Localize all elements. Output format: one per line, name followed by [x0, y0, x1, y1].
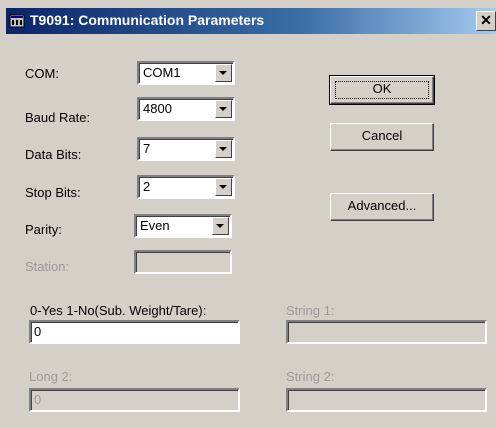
string2-field [286, 388, 487, 412]
sub-weight-label: 0-Yes 1-No(Sub. Weight/Tare): [30, 303, 207, 318]
focus-rectangle [335, 81, 429, 99]
data-bits-value: 7 [143, 141, 151, 156]
data-bits-select[interactable]: 7 [137, 137, 235, 161]
chevron-down-icon[interactable] [215, 140, 232, 158]
station-field [134, 250, 232, 274]
advanced-button-label: Advanced... [347, 198, 417, 213]
window-title: T9091: Communication Parameters [30, 12, 265, 28]
station-label: Station: [25, 259, 70, 274]
chevron-down-icon[interactable] [215, 178, 232, 196]
dialog-window: T9091: Communication Parameters ✕ COM: C… [0, 0, 496, 428]
baud-rate-value: 4800 [143, 101, 172, 116]
chevron-down-icon[interactable] [215, 64, 232, 82]
title-bar[interactable]: T9091: Communication Parameters ✕ [6, 8, 496, 34]
advanced-button[interactable]: Advanced... [330, 193, 434, 221]
stop-bits-label: Stop Bits: [25, 185, 81, 200]
chevron-down-icon[interactable] [215, 100, 232, 118]
baud-rate-select[interactable]: 4800 [137, 97, 235, 121]
parity-label: Parity: [25, 222, 62, 237]
sub-weight-input[interactable]: 0 [29, 320, 240, 344]
long2-label: Long 2: [29, 369, 73, 384]
cancel-button-label: Cancel [361, 128, 403, 143]
string2-label: String 2: [286, 369, 335, 384]
ok-button[interactable]: OK [329, 75, 435, 105]
string1-field [286, 320, 487, 344]
data-bits-label: Data Bits: [25, 147, 82, 162]
cancel-button[interactable]: Cancel [330, 123, 434, 151]
stop-bits-select[interactable]: 2 [137, 175, 235, 199]
com-label: COM: [25, 66, 59, 81]
app-window-icon [9, 14, 25, 28]
long2-field: 0 [29, 388, 240, 412]
parity-select[interactable]: Even [134, 214, 232, 238]
baud-rate-label: Baud Rate: [25, 110, 91, 125]
stop-bits-value: 2 [143, 179, 151, 194]
close-icon[interactable]: ✕ [476, 11, 496, 31]
parity-value: Even [140, 218, 170, 233]
com-select[interactable]: COM1 [137, 61, 235, 85]
string1-label: String 1: [286, 303, 335, 318]
com-value: COM1 [143, 65, 181, 80]
chevron-down-icon[interactable] [212, 217, 229, 235]
